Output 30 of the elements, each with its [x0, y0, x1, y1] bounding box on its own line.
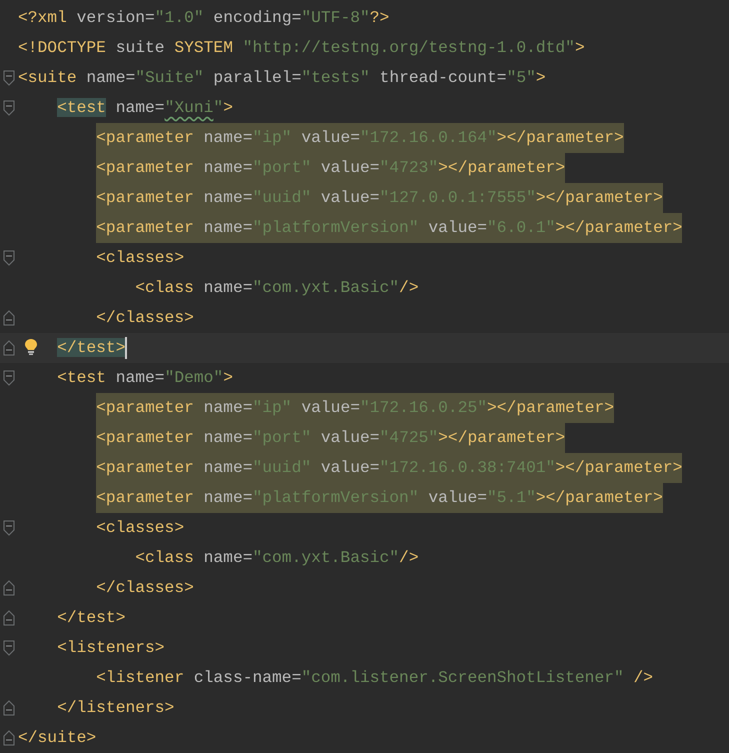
code-line: <class name="com.yxt.Basic"/> [135, 547, 419, 569]
code-line: </test> [57, 607, 126, 629]
code-line: </classes> [96, 307, 194, 329]
code-line: </listeners> [57, 697, 174, 719]
fold-icon[interactable] [3, 610, 15, 626]
fold-icon[interactable] [3, 340, 15, 356]
code-line: </classes> [96, 577, 194, 599]
code-line: <class name="com.yxt.Basic"/> [135, 277, 419, 299]
code-line: <suite name="Suite" parallel="tests" thread-count="5"> [18, 67, 546, 89]
fold-icon[interactable] [3, 70, 15, 86]
fold-icon[interactable] [3, 700, 15, 716]
text-cursor [125, 337, 128, 359]
fold-icon[interactable] [3, 250, 15, 266]
fold-icon[interactable] [3, 640, 15, 656]
code-line: <classes> [96, 247, 184, 269]
code-line: <?xml version="1.0" encoding="UTF-8"?> [18, 7, 390, 29]
lightbulb-icon[interactable] [24, 338, 38, 356]
fold-icon[interactable] [3, 580, 15, 596]
fold-icon[interactable] [3, 730, 15, 746]
code-line: <classes> [96, 517, 184, 539]
code-line: </suite> [18, 727, 96, 749]
fold-icon[interactable] [3, 520, 15, 536]
code-line: <listener class-name="com.listener.ScreenShotListener" /> [96, 667, 654, 689]
fold-icon[interactable] [3, 100, 15, 116]
code-line: <test name="Xuni"> [57, 97, 233, 119]
code-line: <test name="Demo"> [57, 367, 233, 389]
fold-icon[interactable] [3, 310, 15, 326]
code-line: <!DOCTYPE suite SYSTEM "http://testng.org/testng-1.0.dtd"> [18, 37, 585, 59]
code-line: <listeners> [57, 637, 165, 659]
fold-icon[interactable] [3, 370, 15, 386]
